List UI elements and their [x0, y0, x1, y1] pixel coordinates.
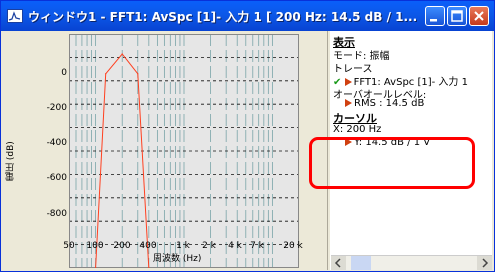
spectrum-data-point	[121, 53, 123, 55]
rms-value: RMS : 14.5 dB	[354, 98, 425, 109]
minimize-button[interactable]	[425, 6, 445, 26]
x-tick-label: 200	[113, 241, 131, 251]
cursor-x-value: X: 200 Hz	[333, 124, 382, 135]
spectrum-plot[interactable]	[69, 34, 299, 268]
rms-arrow-icon	[345, 99, 352, 107]
panel-horizontal-scrollbar[interactable]	[331, 255, 492, 270]
window-client-area: 電圧 (dB) 0 -200 -400 -600 -800 50 100 200…	[3, 31, 492, 270]
maximize-button[interactable]	[447, 6, 467, 26]
x-tick-label: 1 k	[176, 241, 190, 251]
y-tick-label: -400	[46, 138, 67, 148]
y-tick-label: -200	[46, 103, 67, 113]
graph-pane[interactable]: 電圧 (dB) 0 -200 -400 -600 -800 50 100 200…	[3, 31, 327, 270]
x-tick-label: 20 k	[283, 241, 303, 251]
y-axis-label: 電圧 (dB)	[6, 141, 16, 181]
x-tick-label: 100	[86, 241, 104, 251]
scroll-right-icon[interactable]	[477, 256, 492, 270]
spectrum-data-point	[137, 73, 139, 75]
x-tick-label: 7 k	[250, 241, 264, 251]
scroll-thumb[interactable]	[351, 256, 371, 270]
x-tick-label: 50	[63, 241, 75, 251]
x-tick-label: 4 k	[228, 241, 242, 251]
close-button[interactable]	[469, 6, 489, 26]
y-tick-label: 0	[61, 68, 67, 78]
x-tick-label: 2 k	[202, 241, 216, 251]
title-bar[interactable]: ウィンドウ1 - FFT1: AvSpc [1]- 入力 1 [ 200 Hz:…	[1, 1, 494, 31]
y-tick-label: -800	[46, 209, 67, 219]
x-tick-label: 400	[139, 241, 157, 251]
scroll-left-icon[interactable]	[331, 256, 346, 270]
app-window: ウィンドウ1 - FFT1: AvSpc [1]- 入力 1 [ 200 Hz:…	[0, 0, 495, 272]
spectrum-app-icon	[7, 9, 23, 23]
spectrum-data-point	[105, 73, 107, 75]
rms-item[interactable]: RMS : 14.5 dB	[345, 98, 424, 109]
x-axis-label: 周波数 (Hz)	[153, 254, 202, 264]
window-title: ウィンドウ1 - FFT1: AvSpc [1]- 入力 1 [ 200 Hz:…	[28, 10, 418, 24]
y-tick-label: -600	[46, 173, 67, 183]
trace-arrow-icon	[344, 78, 352, 86]
cursor-highlight-annotation	[309, 137, 475, 189]
